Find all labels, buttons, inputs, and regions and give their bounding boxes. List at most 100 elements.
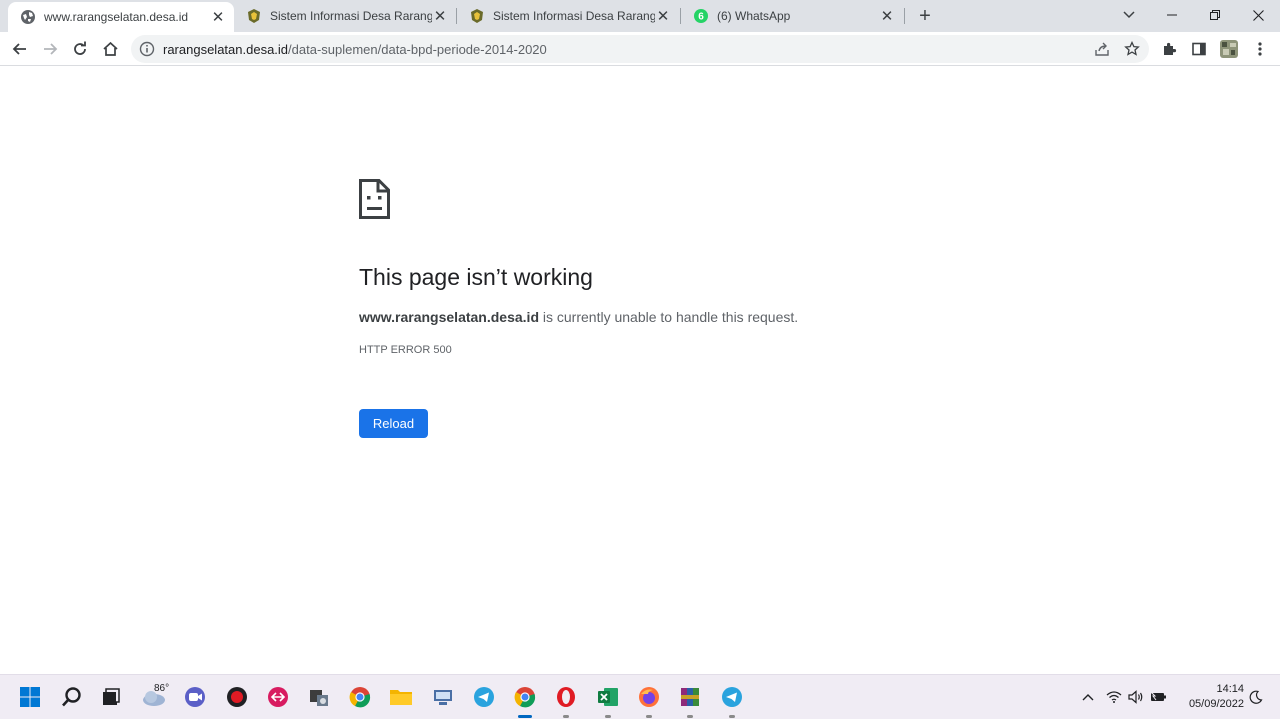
weather-temperature: 86° xyxy=(154,683,170,694)
arrow-right-icon xyxy=(44,43,58,55)
system-clock[interactable]: 14:14 05/09/2022 xyxy=(1178,682,1244,712)
volume-status[interactable] xyxy=(1126,687,1146,707)
taskbar-chrome-active[interactable] xyxy=(511,683,539,711)
active-app-indicator xyxy=(518,715,532,718)
tab-title: www.rarangselatan.desa.id xyxy=(44,10,189,24)
running-app-indicator xyxy=(563,715,569,718)
taskbar-network-app[interactable] xyxy=(429,683,457,711)
share-icon[interactable] xyxy=(1093,40,1111,58)
browser-menu-button[interactable] xyxy=(1247,36,1273,62)
windows-logo-icon xyxy=(20,687,40,707)
tab-sistem-informasi-1[interactable]: Sistem Informasi Desa Rarang Se ✕ xyxy=(234,0,456,32)
task-view-button[interactable] xyxy=(97,683,125,711)
taskbar-telegram-2[interactable] xyxy=(718,683,746,711)
taskbar-app-tools[interactable] xyxy=(305,683,333,711)
puzzle-icon xyxy=(1164,42,1177,55)
tab-search-button[interactable] xyxy=(1107,0,1151,30)
chevron-down-icon xyxy=(1123,11,1135,19)
clock-time: 14:14 xyxy=(1216,683,1244,695)
taskbar-search-button[interactable] xyxy=(58,683,86,711)
wifi-status[interactable] xyxy=(1104,687,1124,707)
chrome-icon xyxy=(514,687,536,708)
taskbar-chrome[interactable] xyxy=(346,683,374,711)
notifications-button[interactable] xyxy=(1246,687,1266,707)
home-button[interactable] xyxy=(97,36,123,62)
close-tab-icon[interactable]: ✕ xyxy=(655,8,671,25)
tab-rarangselatan[interactable]: www.rarangselatan.desa.id ✕ xyxy=(8,2,234,32)
refresh-button[interactable] xyxy=(67,36,93,62)
opera-icon xyxy=(557,687,575,707)
taskbar-app-pink[interactable] xyxy=(264,683,292,711)
bookmark-star-icon[interactable] xyxy=(1123,40,1141,58)
archive-icon xyxy=(681,688,699,706)
url-path: /data-suplemen/data-bpd-periode-2014-202… xyxy=(288,42,547,57)
taskbar-opera[interactable] xyxy=(552,683,580,711)
restore-icon xyxy=(1210,10,1220,20)
error-message: is currently unable to handle this reque… xyxy=(539,309,799,325)
show-hidden-icons-button[interactable] xyxy=(1078,687,1098,707)
battery-charging-icon xyxy=(1150,691,1166,701)
address-bar[interactable]: rarangselatan.desa.id/data-suplemen/data… xyxy=(131,35,1149,63)
new-tab-button[interactable]: + xyxy=(912,4,938,28)
close-tab-icon[interactable]: ✕ xyxy=(879,8,895,25)
search-icon xyxy=(62,687,81,707)
error-title: This page isn’t working xyxy=(359,264,593,290)
network-app-icon xyxy=(434,690,452,705)
whatsapp-badge-count: 6 xyxy=(698,12,704,23)
task-view-icon xyxy=(103,688,120,705)
excel-icon xyxy=(598,688,618,706)
firefox-icon xyxy=(639,687,659,707)
running-app-indicator xyxy=(687,715,693,718)
url-host: rarangselatan.desa.id xyxy=(163,42,289,57)
taskbar-zoom[interactable] xyxy=(181,683,209,711)
side-panel-icon xyxy=(1192,42,1206,56)
close-window-button[interactable] xyxy=(1236,0,1280,30)
app-pink-icon xyxy=(268,687,288,707)
close-tab-icon[interactable]: ✕ xyxy=(210,9,226,26)
side-panel-button[interactable] xyxy=(1186,36,1212,62)
folder-icon xyxy=(390,690,412,705)
telegram-icon xyxy=(722,687,742,707)
arrow-left-icon xyxy=(12,43,26,55)
start-button[interactable] xyxy=(16,683,44,711)
minimize-button[interactable] xyxy=(1150,0,1194,30)
tab-whatsapp[interactable]: 6 (6) WhatsApp ✕ xyxy=(681,0,903,32)
tab-sistem-informasi-2[interactable]: Sistem Informasi Desa Rarang Se ✕ xyxy=(457,0,679,32)
profile-avatar[interactable] xyxy=(1216,36,1242,62)
avatar xyxy=(1220,40,1238,58)
desa-logo-icon xyxy=(469,8,485,24)
tab-strip: www.rarangselatan.desa.id ✕ Sistem Infor… xyxy=(0,0,1280,32)
refresh-icon xyxy=(74,41,86,55)
close-tab-icon[interactable]: ✕ xyxy=(432,8,448,25)
running-app-indicator xyxy=(646,715,652,718)
forward-button[interactable] xyxy=(37,36,63,62)
url-text[interactable]: rarangselatan.desa.id/data-suplemen/data… xyxy=(163,42,547,57)
record-icon xyxy=(227,687,247,707)
globe-icon xyxy=(20,9,36,25)
video-chat-icon xyxy=(185,687,205,707)
taskbar-winrar[interactable] xyxy=(676,683,704,711)
tab-divider xyxy=(904,8,905,24)
taskbar-excel[interactable] xyxy=(594,683,622,711)
tab-title: (6) WhatsApp xyxy=(717,9,791,23)
taskbar-telegram-1[interactable] xyxy=(470,683,498,711)
battery-status[interactable] xyxy=(1149,687,1169,707)
extensions-button[interactable] xyxy=(1156,36,1182,62)
error-code: HTTP ERROR 500 xyxy=(359,344,452,356)
taskbar-file-explorer[interactable] xyxy=(387,683,415,711)
running-app-indicator xyxy=(605,715,611,718)
info-icon[interactable] xyxy=(139,41,155,57)
reload-button[interactable]: Reload xyxy=(359,409,428,438)
restore-button[interactable] xyxy=(1193,0,1237,30)
taskbar-firefox[interactable] xyxy=(635,683,663,711)
home-icon xyxy=(102,41,118,56)
whatsapp-icon: 6 xyxy=(693,8,709,24)
chrome-icon xyxy=(349,687,371,708)
running-app-indicator xyxy=(729,715,735,718)
more-vertical-icon xyxy=(1258,42,1262,56)
back-button[interactable] xyxy=(7,36,33,62)
tools-icon xyxy=(310,690,328,706)
close-icon xyxy=(1252,9,1264,21)
page-content: This page isn’t working www.rarangselata… xyxy=(0,67,1280,674)
taskbar-screen-recorder[interactable] xyxy=(223,683,251,711)
